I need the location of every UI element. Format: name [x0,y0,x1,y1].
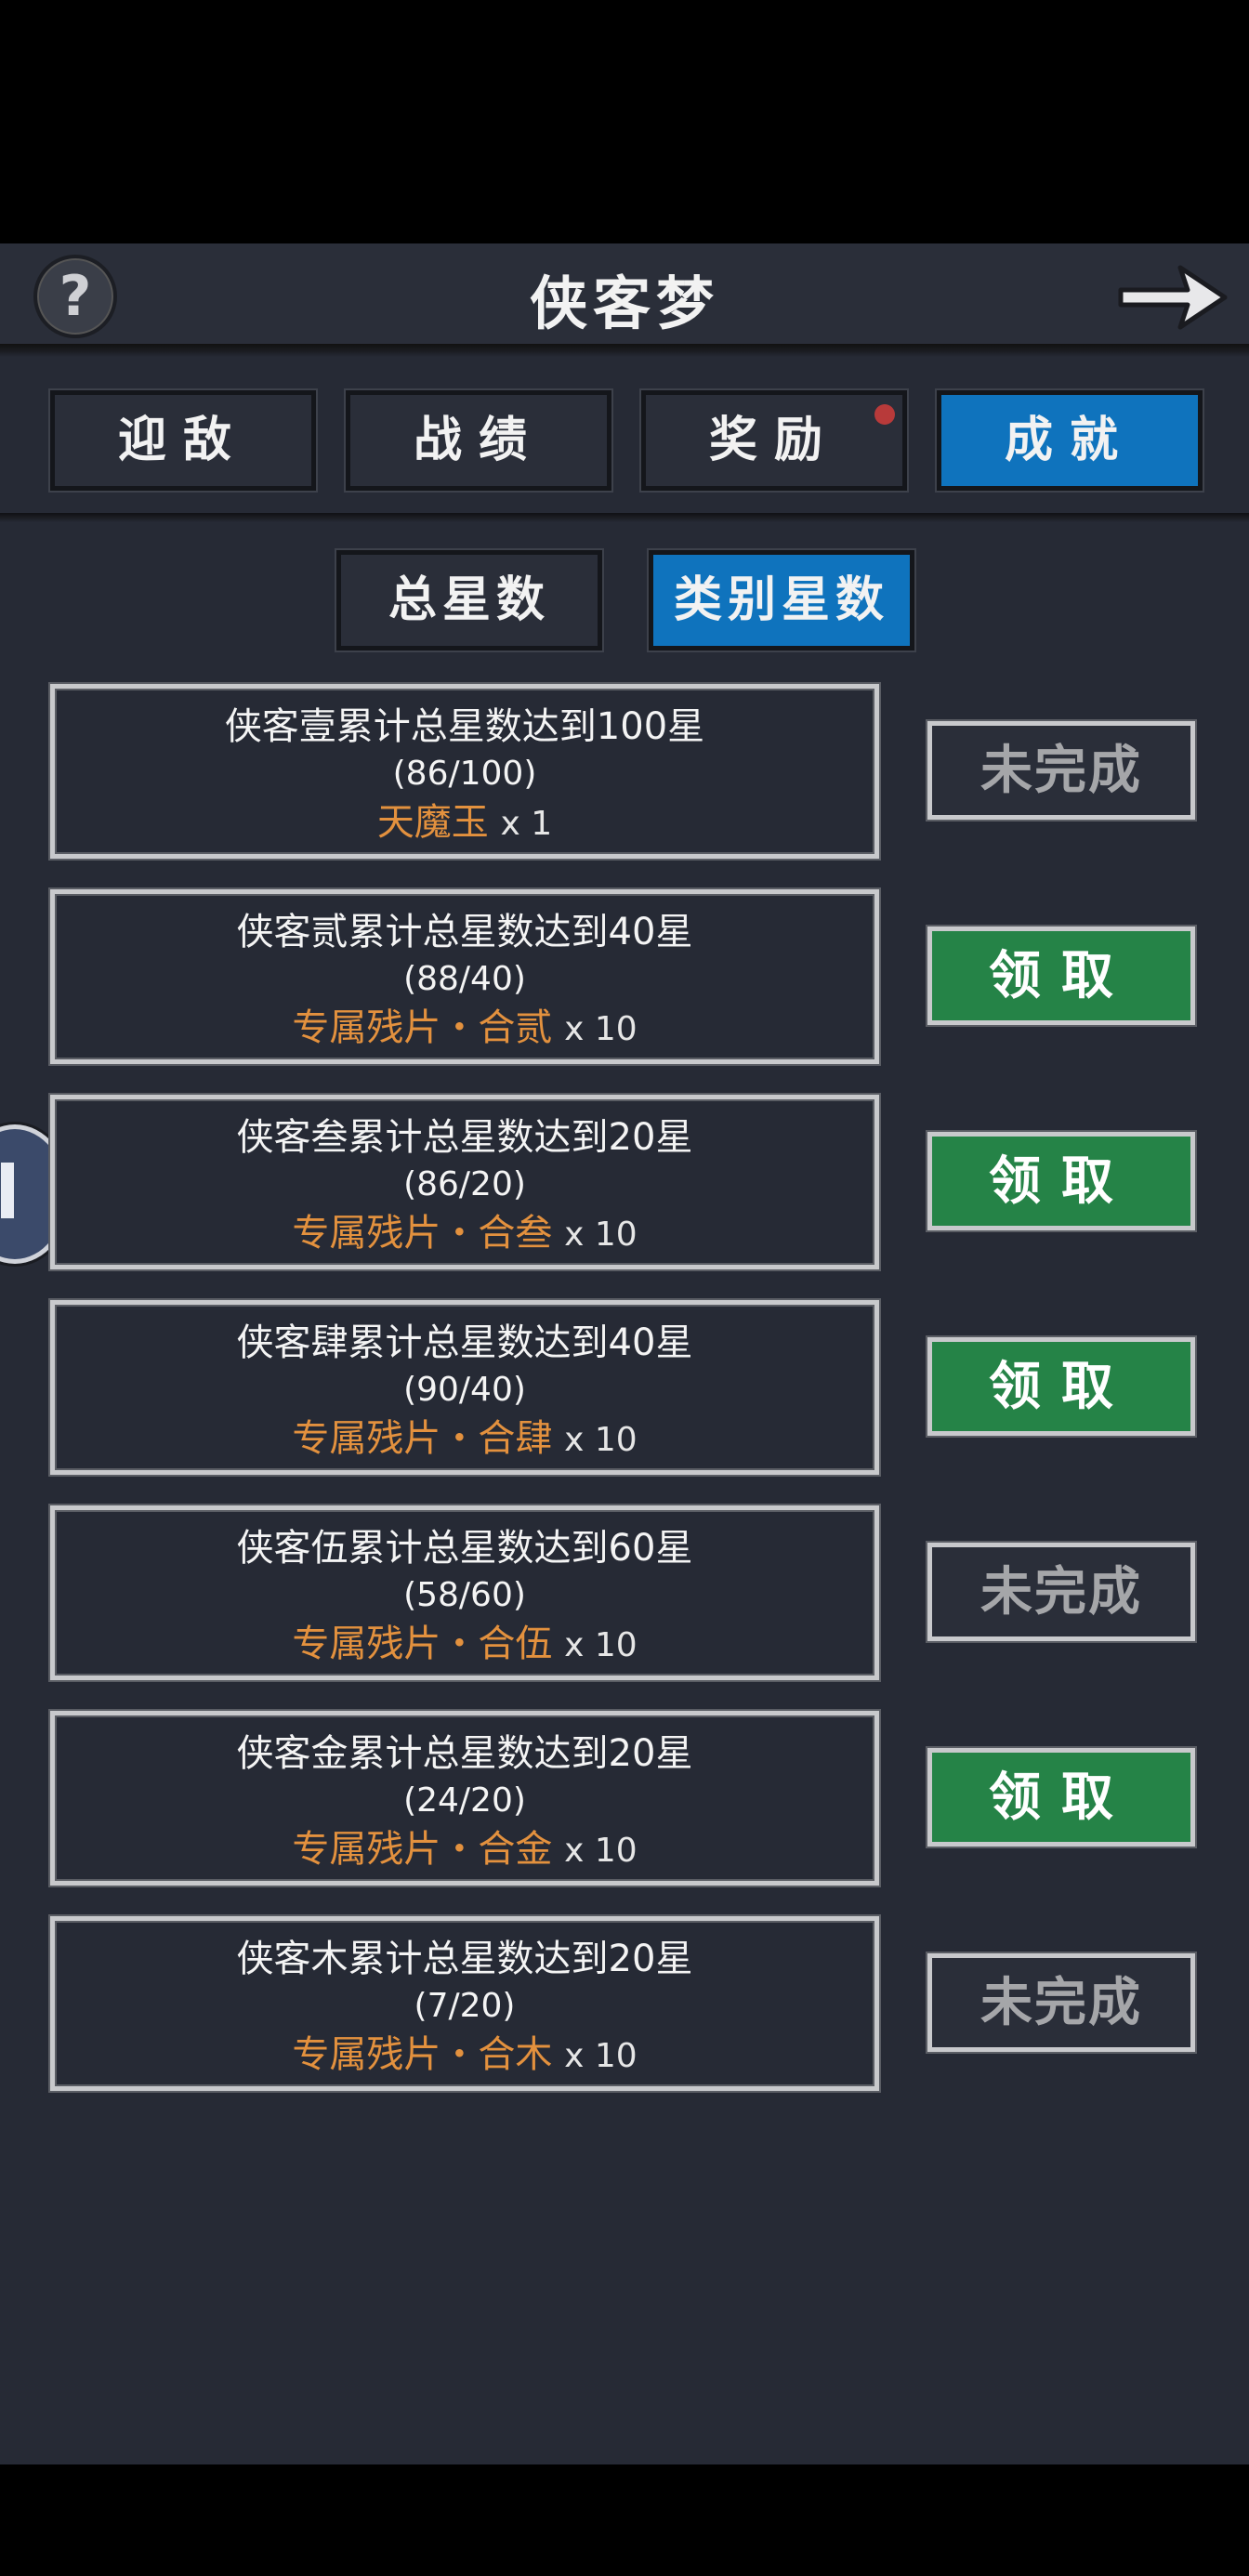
list-item: 侠客肆累计总星数达到40星 (90/40) 专属残片・合肆 x 10 领取 [0,1300,1249,1479]
header: ? 侠客梦 [0,243,1249,353]
header-divider [0,344,1249,357]
achievement-card: 侠客叁累计总星数达到20星 (86/20) 专属残片・合叁 x 10 [50,1095,879,1269]
achievement-card: 侠客贰累计总星数达到40星 (88/40) 专属残片・合贰 x 10 [50,889,879,1064]
achievement-card: 侠客木累计总星数达到20星 (7/20) 专属残片・合木 x 10 [50,1916,879,2091]
reward-name: 专属残片・合肆 [292,1417,553,1460]
claim-button[interactable]: 领取 [927,1132,1195,1230]
reward-name: 专属残片・合金 [292,1828,553,1871]
achievement-progress: (90/40) [403,1371,526,1409]
achievement-reward: 专属残片・合叁 x 10 [55,1209,874,1259]
tab-achievements[interactable]: 成就 [937,390,1203,491]
reward-count: x 10 [564,1010,638,1048]
achievement-progress: (86/100) [392,755,537,793]
incomplete-button: 未完成 [927,721,1195,820]
list-item: 侠客金累计总星数达到20星 (24/20) 专属残片・合金 x 10 领取 [0,1711,1249,1889]
list-item: 侠客壹累计总星数达到100星 (86/100) 天魔玉 x 1 未完成 [0,684,1249,862]
main-tabs: 迎敌 战绩 奖励 成就 [0,390,1249,511]
reward-count: x 10 [564,1832,638,1870]
claim-button[interactable]: 领取 [927,1337,1195,1436]
achievement-title: 侠客叁累计总星数达到20星 [236,1116,693,1159]
reward-name: 专属残片・合贰 [292,1006,553,1049]
notification-dot [874,404,895,425]
reward-name: 专属残片・合伍 [292,1623,553,1665]
reward-count: x 10 [564,1216,638,1254]
game-screen: ? 侠客梦 迎敌 战绩 奖励 成就 总星数 类别星数 侠客壹累计总星数达到100… [0,243,1249,2464]
achievement-progress: (7/20) [414,1987,516,2025]
tabs-divider [0,513,1249,522]
list-item: 侠客贰累计总星数达到40星 (88/40) 专属残片・合贰 x 10 领取 [0,889,1249,1068]
claim-button[interactable]: 领取 [927,1748,1195,1847]
achievement-title: 侠客金累计总星数达到20星 [236,1732,693,1775]
tab-record[interactable]: 战绩 [346,390,611,491]
reward-count: x 10 [564,1421,638,1459]
incomplete-button: 未完成 [927,1953,1195,2052]
tab-engage[interactable]: 迎敌 [50,390,316,491]
claim-button[interactable]: 领取 [927,927,1195,1025]
arrow-right-icon[interactable] [1115,256,1230,338]
reward-name: 专属残片・合木 [292,2033,553,2076]
subtab-category-stars[interactable]: 类别星数 [649,550,914,651]
reward-name: 天魔玉 [376,801,489,844]
achievement-progress: (88/40) [403,960,526,998]
achievement-card: 侠客伍累计总星数达到60星 (58/60) 专属残片・合伍 x 10 [50,1505,879,1680]
achievement-progress: (24/20) [403,1781,526,1820]
tab-rewards[interactable]: 奖励 [641,390,907,491]
reward-count: x 1 [500,805,553,843]
achievement-title: 侠客木累计总星数达到20星 [236,1938,693,1980]
achievement-reward: 专属残片・合肆 x 10 [55,1414,874,1465]
subtab-total-stars[interactable]: 总星数 [336,550,602,651]
reward-count: x 10 [564,2037,638,2075]
achievement-progress: (58/60) [403,1576,526,1614]
incomplete-button: 未完成 [927,1543,1195,1641]
achievement-title: 侠客伍累计总星数达到60星 [236,1527,693,1570]
achievement-title: 侠客肆累计总星数达到40星 [236,1321,693,1364]
achievement-reward: 专属残片・合木 x 10 [55,2031,874,2081]
list-item: 侠客伍累计总星数达到60星 (58/60) 专属残片・合伍 x 10 未完成 [0,1505,1249,1684]
achievement-reward: 专属残片・合伍 x 10 [55,1620,874,1670]
achievement-reward: 专属残片・合金 x 10 [55,1825,874,1875]
list-item: 侠客木累计总星数达到20星 (7/20) 专属残片・合木 x 10 未完成 [0,1916,1249,2095]
achievement-progress: (86/20) [403,1165,526,1203]
achievement-reward: 专属残片・合贰 x 10 [55,1004,874,1054]
tab-rewards-label: 奖励 [708,412,839,468]
page-title: 侠客梦 [529,269,719,337]
reward-count: x 10 [564,1626,638,1664]
list-item: 侠客叁累计总星数达到20星 (86/20) 专属残片・合叁 x 10 领取 [0,1095,1249,1273]
reward-name: 专属残片・合叁 [292,1212,553,1255]
achievement-title: 侠客贰累计总星数达到40星 [236,911,693,953]
achievement-title: 侠客壹累计总星数达到100星 [224,705,705,748]
achievement-reward: 天魔玉 x 1 [55,798,874,848]
achievement-card: 侠客壹累计总星数达到100星 (86/100) 天魔玉 x 1 [50,684,879,859]
achievement-card: 侠客金累计总星数达到20星 (24/20) 专属残片・合金 x 10 [50,1711,879,1886]
achievement-card: 侠客肆累计总星数达到40星 (90/40) 专属残片・合肆 x 10 [50,1300,879,1475]
